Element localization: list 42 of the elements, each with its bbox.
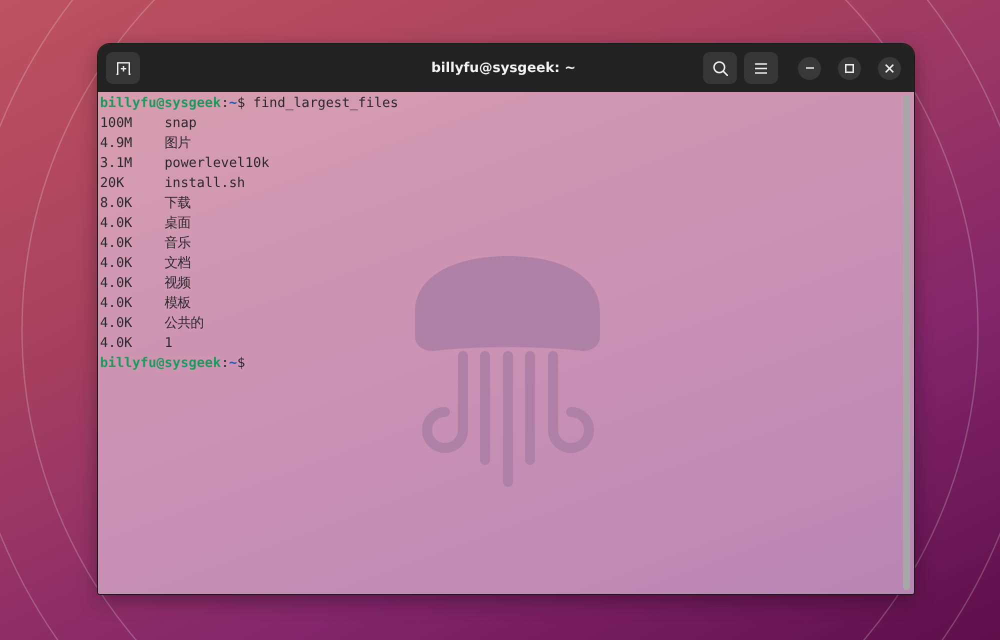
file-size: 4.0K (100, 256, 134, 270)
terminal-area[interactable]: billyfu@sysgeek:~$ find_largest_files 100M snap 4.9M 图片 3.1M powerlevel10k 20K install.sh 8.0K 下载 4.0K 桌面 4.0K 音乐 4.0K 文档 4.0K 视频 4.0K 模板 4.0K 公共的 4.0K 1 billyfu@sysgeek:~$ (98, 92, 914, 594)
menu-button[interactable] (744, 52, 778, 84)
file-name: snap (164, 116, 197, 130)
maximize-icon (845, 64, 854, 72)
minimize-icon (806, 67, 814, 69)
file-size: 4.9M (100, 136, 134, 150)
file-name: 文档 (164, 254, 190, 272)
file-name: install.sh (164, 176, 246, 190)
file-size: 4.0K (100, 236, 134, 250)
file-size: 4.0K (100, 316, 134, 330)
file-name: 图片 (164, 135, 190, 152)
file-name: 1 (164, 336, 173, 350)
file-size: 8.0K (100, 196, 134, 210)
file-name: 公共的 (164, 315, 204, 332)
shell-prompt: billyfu@sysgeek:~$ (100, 356, 246, 370)
file-size: 4.0K (100, 276, 134, 290)
menu-icon (755, 62, 767, 74)
file-name: powerlevel10k (164, 156, 270, 170)
search-button[interactable] (703, 52, 737, 84)
file-size: 100M (100, 116, 134, 130)
window-title: billyfu@sysgeek: ~ (431, 60, 576, 76)
file-name: 下载 (164, 195, 190, 212)
command-text: find_largest_files (253, 96, 398, 110)
file-size: 20K (100, 176, 126, 190)
tab-plus-icon (116, 62, 130, 74)
search-icon (712, 60, 728, 76)
file-name: 模板 (164, 295, 190, 312)
file-name: 音乐 (164, 234, 190, 252)
close-icon (885, 64, 894, 72)
close-button[interactable] (878, 56, 901, 80)
new-tab-button[interactable] (106, 52, 140, 84)
file-name: 桌面 (164, 214, 190, 232)
file-size: 4.0K (100, 296, 134, 310)
minimize-button[interactable] (798, 56, 821, 80)
maximize-button[interactable] (838, 56, 861, 80)
file-size: 4.0K (100, 216, 134, 230)
scrollbar[interactable] (903, 95, 910, 590)
file-size: 3.1M (100, 156, 134, 170)
shell-prompt: billyfu@sysgeek:~$ (100, 96, 246, 110)
file-name: 视频 (164, 274, 190, 292)
file-size: 4.0K (100, 336, 134, 350)
